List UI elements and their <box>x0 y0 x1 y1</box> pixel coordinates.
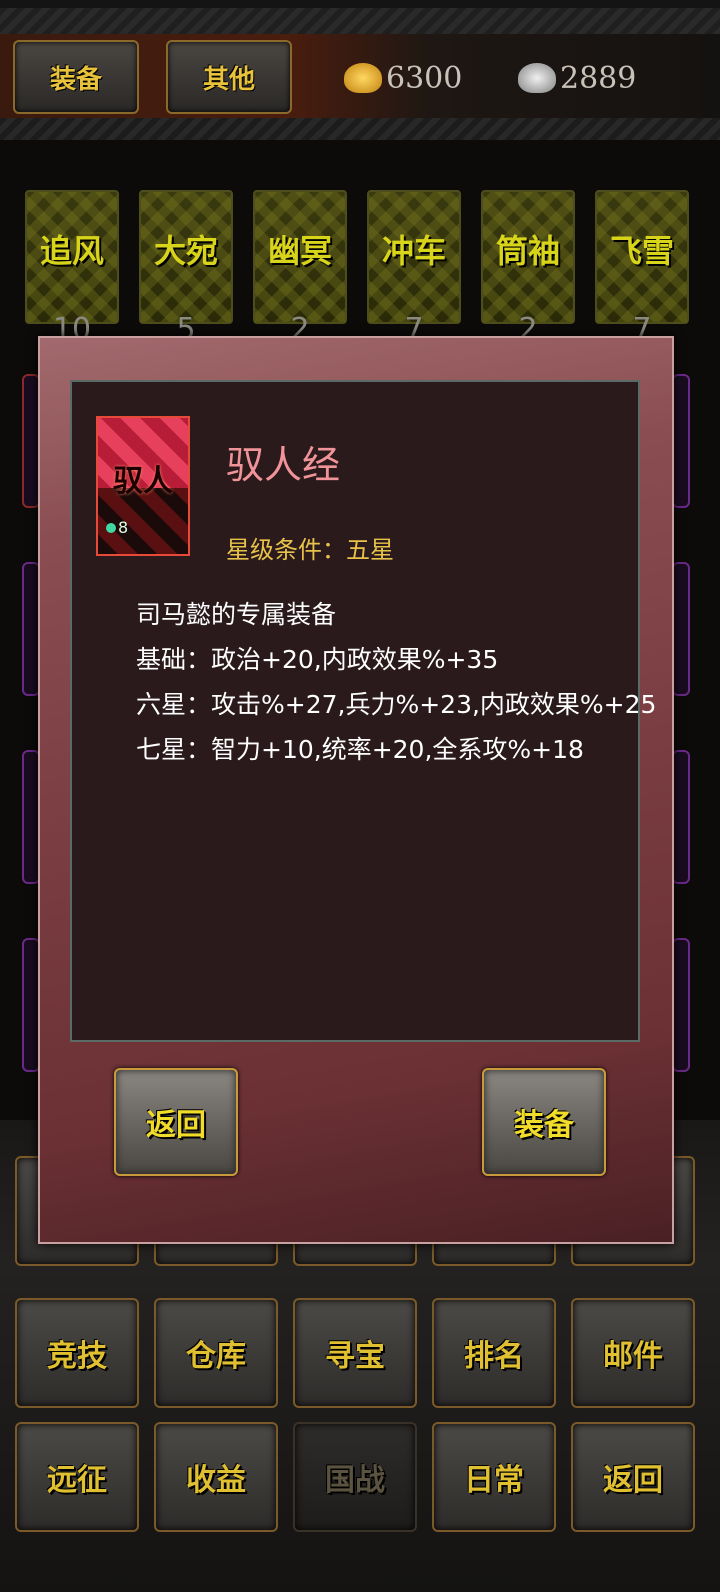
item-icon-label: 驭人 <box>113 464 173 499</box>
item-title: 驭人经 <box>226 443 341 487</box>
mount-card[interactable]: 大宛 5 <box>139 190 233 347</box>
desc-line: 司马懿的专属装备 <box>136 600 337 629</box>
equip-button[interactable]: 装备 <box>482 1068 606 1176</box>
menu-back-button[interactable]: 返回 <box>571 1422 695 1532</box>
mount-name: 大宛 <box>153 232 218 270</box>
mount-row: 追风 10 大宛 5 幽冥 2 冲车 7 筒袖 2 飞雪 7 <box>0 180 720 347</box>
silver-value: 2889 <box>560 60 637 96</box>
equipment-slot-edge <box>672 562 690 696</box>
silver-ingot-icon <box>518 63 556 93</box>
mail-button[interactable]: 邮件 <box>571 1298 695 1408</box>
top-bar: 装备 其他 6300 2889 <box>0 0 720 140</box>
back-button[interactable]: 返回 <box>114 1068 238 1176</box>
mount-name: 追风 <box>39 232 104 270</box>
treasure-hunt-button[interactable]: 寻宝 <box>293 1298 417 1408</box>
desc-line: 基础：政治+20,内政效果%+35 <box>136 645 499 674</box>
detail-panel: 驭人 8 驭人经 星级条件：五星 司马懿的专属装备 基础：政治+20,内政效果%… <box>70 380 656 1042</box>
gold-value: 6300 <box>386 60 463 96</box>
warehouse-button[interactable]: 仓库 <box>154 1298 278 1408</box>
bottom-decor-stripe <box>0 118 720 140</box>
mount-card[interactable]: 筒袖 2 <box>481 190 575 347</box>
national-war-button[interactable]: 国战 <box>293 1422 417 1532</box>
mount-name: 筒袖 <box>495 232 560 270</box>
item-level-value: 8 <box>118 518 129 537</box>
desc-line: 七星：智力+10,统率+20,全系攻%+18 <box>136 735 584 764</box>
equipment-detail-dialog: 驭人 8 驭人经 星级条件：五星 司马懿的专属装备 基础：政治+20,内政效果%… <box>38 336 674 1244</box>
silver-counter: 2889 <box>518 56 636 100</box>
ranking-button[interactable]: 排名 <box>432 1298 556 1408</box>
equipment-slot-edge <box>672 750 690 884</box>
item-description: 司马懿的专属装备 基础：政治+20,内政效果%+35 六星：攻击%+27,兵力%… <box>136 592 656 772</box>
daily-button[interactable]: 日常 <box>432 1422 556 1532</box>
gold-counter: 6300 <box>344 56 462 100</box>
arena-button[interactable]: 竞技 <box>15 1298 139 1408</box>
equipment-slot-edge <box>672 938 690 1072</box>
mount-card[interactable]: 冲车 7 <box>367 190 461 347</box>
income-button[interactable]: 收益 <box>154 1422 278 1532</box>
expedition-button[interactable]: 远征 <box>15 1422 139 1532</box>
item-icon: 驭人 8 <box>96 416 190 556</box>
top-decor-stripe <box>0 8 720 34</box>
mount-name: 冲车 <box>381 232 446 270</box>
mount-name: 飞雪 <box>609 232 674 270</box>
equipment-slot-edge <box>672 374 690 508</box>
gold-ingot-icon <box>344 63 382 93</box>
item-level: 8 <box>106 518 128 537</box>
tab-equipment[interactable]: 装备 <box>13 40 139 114</box>
mount-card[interactable]: 飞雪 7 <box>595 190 689 347</box>
tab-other[interactable]: 其他 <box>166 40 292 114</box>
mount-name: 幽冥 <box>267 232 332 270</box>
desc-line: 六星：攻击%+27,兵力%+23,内政效果%+25 <box>136 690 657 719</box>
star-condition: 星级条件：五星 <box>226 536 394 564</box>
mount-card[interactable]: 幽冥 2 <box>253 190 347 347</box>
mount-card[interactable]: 追风 10 <box>25 190 119 347</box>
gem-icon <box>106 522 116 533</box>
